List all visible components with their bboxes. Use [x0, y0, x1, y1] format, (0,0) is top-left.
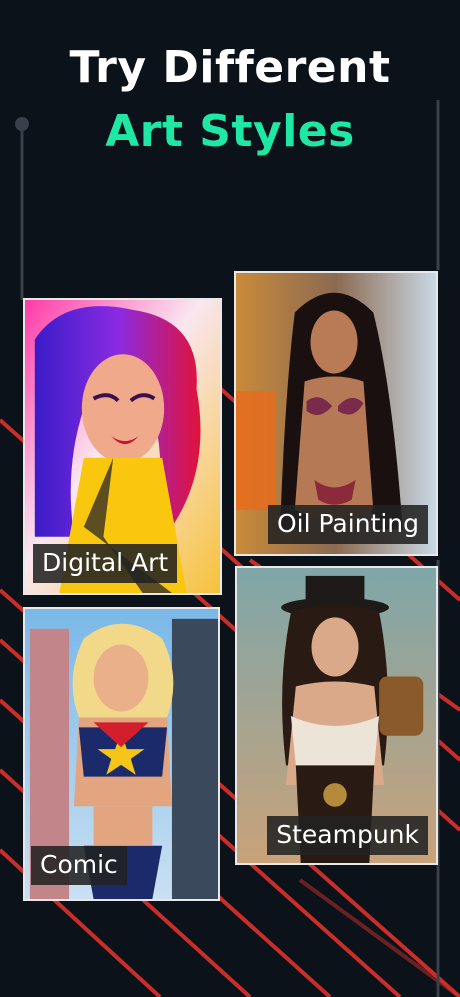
- headline-line-1: Try Different: [69, 42, 391, 93]
- style-label-steampunk: Steampunk: [267, 816, 428, 855]
- style-card-comic[interactable]: Comic: [23, 607, 220, 901]
- headline-line-2: Art Styles: [105, 106, 355, 157]
- style-label-comic: Comic: [31, 846, 127, 885]
- style-card-digital-art[interactable]: Digital Art: [23, 298, 222, 595]
- headline: Try Different Art Styles: [0, 46, 460, 154]
- style-label-digital-art: Digital Art: [33, 544, 178, 583]
- style-card-steampunk[interactable]: Steampunk: [235, 566, 438, 865]
- style-label-oil-painting: Oil Painting: [267, 505, 428, 544]
- style-card-oil-painting[interactable]: Oil Painting: [234, 271, 438, 556]
